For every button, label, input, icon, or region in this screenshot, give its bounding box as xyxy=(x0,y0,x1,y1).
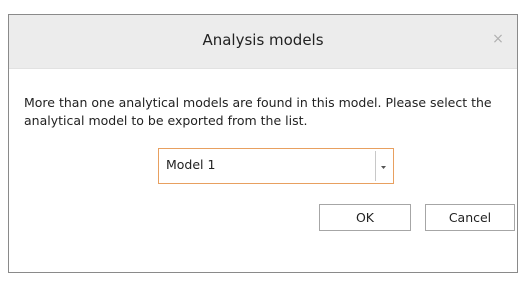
model-select-value: Model 1 xyxy=(166,157,216,172)
ok-button[interactable]: OK xyxy=(319,204,411,231)
close-icon[interactable]: × xyxy=(491,32,505,46)
model-select-dropdown[interactable]: Model 1 xyxy=(158,148,394,184)
analysis-models-dialog: Analysis models × More than one analytic… xyxy=(8,14,518,273)
chevron-down-icon[interactable] xyxy=(376,149,391,183)
cancel-button[interactable]: Cancel xyxy=(425,204,515,231)
dialog-titlebar: Analysis models × xyxy=(9,15,517,69)
dialog-title: Analysis models xyxy=(202,31,324,49)
dialog-message: More than one analytical models are foun… xyxy=(24,95,492,128)
